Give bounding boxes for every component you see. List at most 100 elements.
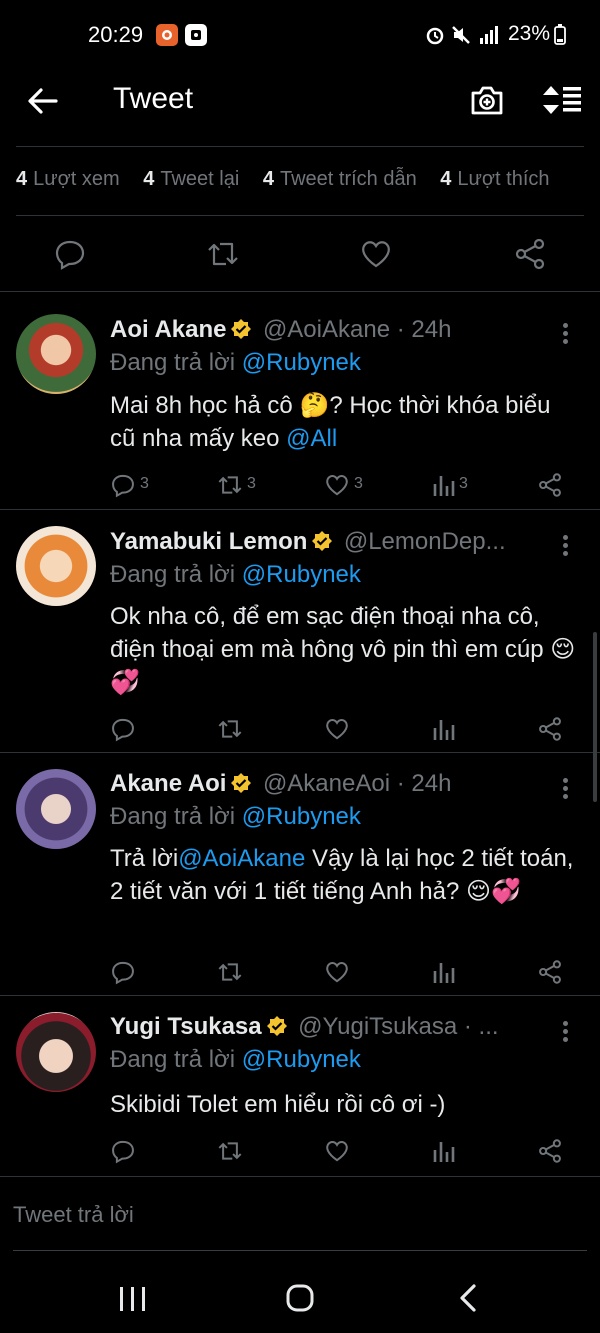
system-navigation-bar [0, 1255, 600, 1333]
reply-tweet[interactable]: Yugi Tsukasa @YugiTsukasa · ... Đang trả… [0, 996, 600, 1174]
views-icon[interactable] [431, 959, 455, 985]
like-icon[interactable] [359, 237, 393, 271]
mute-icon [452, 26, 470, 44]
scrollbar[interactable] [593, 632, 597, 802]
tweet-stats: 4 Lượt xem 4 Tweet lại 4 Tweet trích dẫn 4L… [16, 168, 568, 191]
reply-icon[interactable] [110, 472, 136, 498]
handle: @AoiAkane · 24h [262, 316, 452, 343]
status-bar: 20:29 23% [0, 0, 600, 70]
reply-tweet[interactable]: Akane Aoi @AkaneAoi · 24h Đang trả lời @… [0, 753, 600, 995]
mention-link[interactable]: @AoiAkane [178, 845, 305, 872]
divider [13, 1250, 587, 1251]
handle: @AkaneAoi · 24h [262, 770, 452, 797]
alarm-icon [426, 27, 444, 45]
replying-to: Đang trả lời @Rubynek [110, 803, 361, 830]
top-app-bar [0, 70, 600, 135]
reply-icon[interactable] [110, 1138, 136, 1164]
share-icon[interactable] [537, 959, 563, 985]
view-count: 3 [459, 475, 468, 492]
display-name[interactable]: Aoi Akane [110, 316, 226, 343]
recent-apps-icon[interactable] [118, 1285, 148, 1313]
verified-badge-icon [266, 1016, 287, 1036]
replying-to: Đang trả lời @Rubynek [110, 561, 361, 588]
avatar[interactable] [16, 769, 96, 849]
retweet-icon[interactable] [216, 959, 244, 985]
share-icon[interactable] [513, 237, 547, 271]
retweet-icon[interactable] [216, 472, 244, 498]
like-icon[interactable] [324, 1138, 350, 1164]
verified-badge-icon [231, 773, 252, 793]
more-options-icon[interactable] [563, 320, 569, 347]
retweet-count: 3 [247, 475, 256, 492]
views-icon[interactable] [431, 1138, 455, 1164]
verified-badge-icon [312, 531, 333, 551]
like-icon[interactable] [324, 472, 350, 498]
reply-action-bar [0, 1138, 600, 1164]
mention-link[interactable]: @Rubynek [242, 1046, 361, 1073]
verified-badge-icon [231, 319, 252, 339]
retweet-icon[interactable] [216, 1138, 244, 1164]
stat-views[interactable]: 4 Lượt xem [16, 168, 120, 190]
screen-recorder-icon [156, 24, 178, 46]
mention-link[interactable]: @All [286, 425, 337, 452]
mention-link[interactable]: @Rubynek [242, 349, 361, 376]
like-icon[interactable] [324, 959, 350, 985]
stat-likes[interactable]: 4 Lượt thích [440, 168, 549, 190]
tweet-actions [0, 235, 600, 275]
retweet-icon[interactable] [216, 716, 244, 742]
mention-link[interactable]: @Rubynek [242, 803, 361, 830]
mention-link[interactable]: @Rubynek [242, 561, 361, 588]
handle: @YugiTsukasa · ... [298, 1013, 499, 1040]
replying-to: Đang trả lời @Rubynek [110, 349, 361, 376]
stat-retweets[interactable]: 4 Tweet lại [143, 168, 239, 190]
divider [16, 146, 584, 147]
display-name[interactable]: Yamabuki Lemon [110, 528, 307, 555]
avatar[interactable] [16, 526, 96, 606]
avatar[interactable] [16, 314, 96, 394]
camera-add-icon[interactable] [470, 84, 504, 116]
more-options-icon[interactable] [563, 532, 569, 559]
reply-action-bar [0, 716, 600, 742]
tweet-text: Skibidi Tolet em hiểu rồi cô ơi -) [110, 1091, 446, 1118]
avatar[interactable] [16, 1012, 96, 1092]
display-name[interactable]: Akane Aoi [110, 770, 226, 797]
sort-replies-icon[interactable] [541, 84, 583, 116]
reply-icon[interactable] [53, 237, 87, 271]
tweet-text: Ok nha cô, để em sạc điện thoại nha cô, … [110, 603, 576, 696]
reply-action-bar [0, 959, 600, 985]
divider [16, 215, 584, 216]
signal-icon [480, 26, 498, 44]
replying-to: Đang trả lời @Rubynek [110, 1046, 361, 1073]
reply-compose-field[interactable]: Tweet trả lời [13, 1190, 587, 1240]
retweet-icon[interactable] [205, 237, 241, 271]
status-time: 20:29 [88, 22, 144, 47]
like-icon[interactable] [324, 716, 350, 742]
page-title: Tweet [113, 82, 194, 115]
stat-quote-tweets[interactable]: 4 Tweet trích dẫn [263, 168, 417, 190]
back-nav-icon[interactable] [457, 1283, 479, 1313]
share-icon[interactable] [537, 472, 563, 498]
battery-icon [554, 24, 566, 45]
reply-icon[interactable] [110, 716, 136, 742]
divider [0, 1176, 600, 1177]
tweet-text: Mai 8h học hả cô 🤔? Học thời khóa biểu c… [110, 392, 551, 452]
display-name[interactable]: Yugi Tsukasa [110, 1013, 262, 1040]
views-icon[interactable] [431, 472, 455, 498]
reply-action-bar: 3 3 3 3 [0, 472, 600, 498]
share-icon[interactable] [537, 1138, 563, 1164]
views-icon[interactable] [431, 716, 455, 742]
share-icon[interactable] [537, 716, 563, 742]
reply-icon[interactable] [110, 959, 136, 985]
back-arrow-icon[interactable] [26, 86, 60, 116]
reply-tweet[interactable]: Aoi Akane @AoiAkane · 24h Đang trả lời @… [0, 292, 600, 509]
more-options-icon[interactable] [563, 1018, 569, 1045]
more-options-icon[interactable] [563, 775, 569, 802]
home-icon[interactable] [285, 1283, 315, 1313]
reply-count: 3 [140, 475, 149, 492]
battery-percent: 23% [507, 22, 550, 45]
gallery-notification-icon [185, 24, 207, 46]
handle: @LemonDep... [343, 528, 506, 555]
reply-tweet[interactable]: Yamabuki Lemon @LemonDep... Đang trả lời… [0, 510, 600, 752]
like-count: 3 [354, 475, 363, 492]
tweet-text: Trả lời@AoiAkane Vậy là lại học 2 tiết t… [110, 845, 574, 905]
